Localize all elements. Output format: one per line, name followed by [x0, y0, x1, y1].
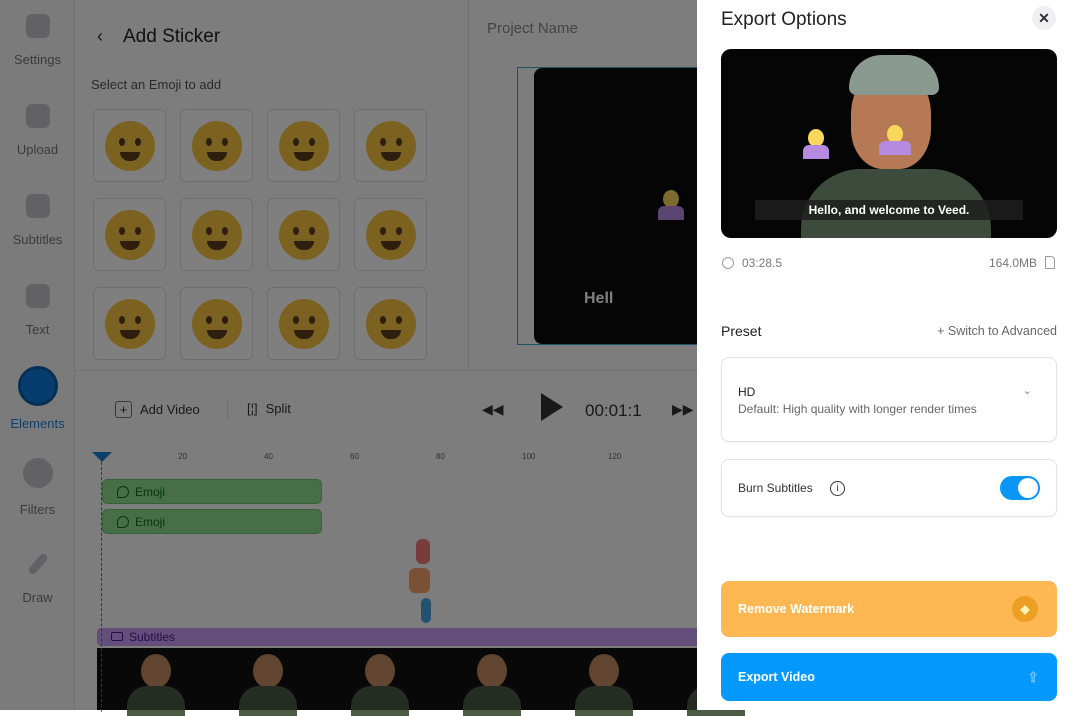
file-icon	[1045, 256, 1055, 269]
modal-backdrop[interactable]	[0, 0, 697, 710]
info-icon[interactable]: i	[830, 481, 845, 496]
preset-description: Default: High quality with longer render…	[738, 402, 977, 416]
duration-value: 03:28.5	[742, 256, 783, 270]
sticker-emoji	[877, 125, 913, 161]
preset-label: Preset	[721, 323, 762, 339]
burn-subtitles-toggle[interactable]	[1000, 476, 1040, 500]
sticker-emoji	[801, 129, 831, 165]
export-video-button[interactable]: Export Video ⇪	[721, 653, 1057, 701]
duration: 03:28.5	[722, 256, 782, 270]
close-icon[interactable]: ✕	[1032, 6, 1056, 30]
preset-value: HD	[738, 385, 756, 399]
burn-subtitles-label: Burn Subtitles	[738, 481, 813, 495]
diamond-icon: ◆	[1012, 596, 1038, 622]
burn-subtitles-row: Burn Subtitles i	[721, 459, 1057, 517]
preset-select[interactable]: HD Default: High quality with longer ren…	[721, 357, 1057, 442]
export-preview: Hello, and welcome to Veed.	[721, 49, 1057, 238]
modal-title: Export Options	[721, 9, 847, 30]
export-options-panel: Export Options ✕ Hello, and welcome to V…	[697, 0, 1075, 710]
clock-icon	[722, 257, 734, 269]
chevron-down-icon: ⌄	[1022, 385, 1032, 397]
export-video-label: Export Video	[738, 670, 815, 684]
remove-watermark-button[interactable]: Remove Watermark ◆	[721, 581, 1057, 637]
file-size-value: 164.0MB	[988, 256, 1037, 270]
file-size: 164.0MB	[989, 256, 1055, 270]
preview-caption: Hello, and welcome to Veed.	[755, 200, 1023, 220]
upload-icon: ⇪	[1027, 669, 1039, 685]
switch-to-advanced-link[interactable]: + Switch to Advanced	[937, 324, 1057, 338]
remove-watermark-label: Remove Watermark	[738, 602, 855, 616]
